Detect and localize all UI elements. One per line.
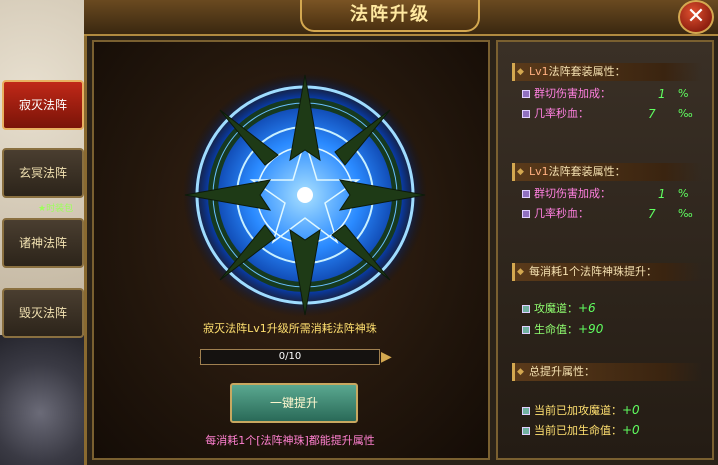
upgrade-button[interactable]: 一键提升 (230, 383, 358, 423)
set1-title: 法阵套装属性： (548, 65, 626, 78)
attr-label: 生命值： (534, 323, 578, 336)
set1-attr-1-value: 7 (648, 107, 656, 121)
attr-label: 群切伤害加成： (534, 187, 611, 200)
attr-label: 当前已加生命值： (534, 424, 622, 437)
window-title: 法阵升级 (300, 0, 480, 32)
tab-huimie[interactable]: 毁灭法阵 (2, 288, 84, 338)
bullet-icon (522, 326, 530, 334)
magic-circle-icon (183, 73, 427, 317)
set1-attr-0-value: 1 (658, 87, 666, 101)
set2-attr-0-unit: % (678, 187, 689, 200)
requirement-text: 寂灭法阵Lv1升级所需消耗法阵神珠 (203, 322, 377, 335)
per-consume-header: 每消耗1个法阵神珠提升： (512, 263, 702, 281)
set1-attr-0: 群切伤害加成： (522, 86, 611, 102)
set1-attr-1-unit: ‰ (678, 107, 693, 120)
set1-attr-0-unit: % (678, 87, 689, 100)
attributes-panel (496, 40, 714, 460)
set2-attr-0-value: 1 (658, 187, 666, 201)
attr-value: +6 (578, 301, 596, 315)
attr-value: +0 (622, 423, 640, 437)
set2-attr-1-value: 7 (648, 207, 656, 221)
bullet-icon (522, 210, 530, 218)
bullet-icon (522, 110, 530, 118)
progress-text: 0/10 (278, 351, 302, 362)
progress-bar: 0/10 (200, 349, 380, 365)
bullet-icon (522, 305, 530, 313)
set1-level: Lv1 (529, 65, 549, 78)
total-attr-1: 当前已加生命值：+0 (522, 422, 640, 438)
set2-attr-1: 几率秒血： (522, 206, 589, 222)
attr-label: 几率秒血： (534, 207, 589, 220)
tab-xuanming[interactable]: 玄冥法阵 (2, 148, 84, 198)
bullet-icon (522, 407, 530, 415)
close-icon: ✕ (686, 4, 706, 29)
set2-attr-0: 群切伤害加成： (522, 186, 611, 202)
tab-jimie[interactable]: 寂灭法阵 (2, 80, 84, 130)
per-consume-attr-0: 攻魔道：+6 (522, 300, 596, 316)
bullet-icon (522, 90, 530, 98)
attr-label: 几率秒血： (534, 107, 589, 120)
bullet-icon (522, 190, 530, 198)
attr-value: +0 (622, 403, 640, 417)
bullet-icon (522, 427, 530, 435)
per-consume-attr-1: 生命值：+90 (522, 321, 603, 337)
hint-text: 每消耗1个[法阵神珠]都能提升属性 (205, 434, 375, 447)
close-button[interactable]: ✕ (678, 0, 714, 34)
set1-header: Lv1法阵套装属性： (512, 63, 702, 81)
total-header: 总提升属性： (512, 363, 702, 381)
progress-right-cap: ▶ (381, 349, 392, 365)
set2-title: 法阵套装属性： (548, 165, 626, 178)
background-note: ★时装包 (38, 204, 74, 214)
attr-label: 攻魔道： (534, 302, 578, 315)
set2-level: Lv1 (529, 165, 549, 178)
attr-label: 群切伤害加成： (534, 87, 611, 100)
attr-label: 当前已加攻魔道： (534, 404, 622, 417)
set1-attr-1: 几率秒血： (522, 106, 589, 122)
set2-attr-1-unit: ‰ (678, 207, 693, 220)
attr-value: +90 (578, 322, 604, 336)
total-attr-0: 当前已加攻魔道：+0 (522, 402, 640, 418)
tab-zhushen[interactable]: 诸神法阵 (2, 218, 84, 268)
set2-header: Lv1法阵套装属性： (512, 163, 702, 181)
